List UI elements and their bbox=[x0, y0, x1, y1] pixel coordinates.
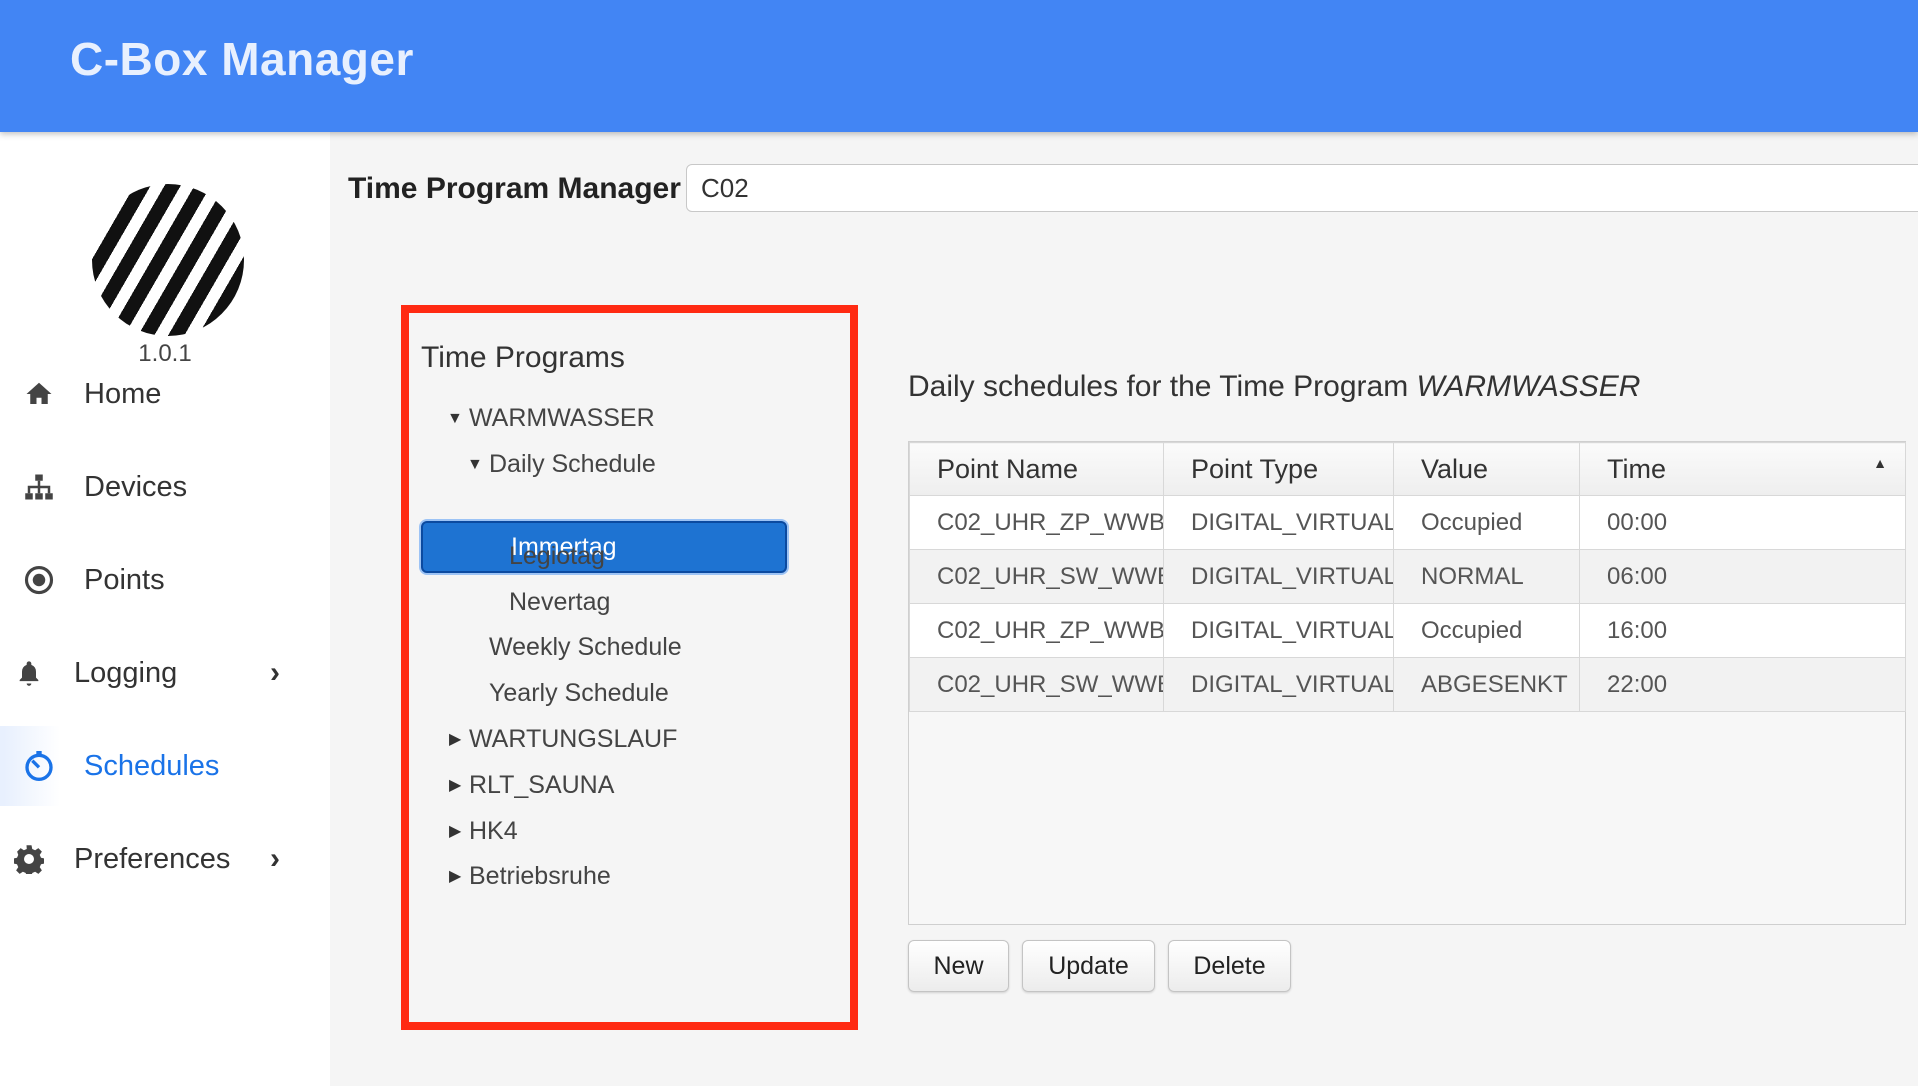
update-button[interactable]: Update bbox=[1022, 940, 1155, 992]
tree-node-daily-schedule[interactable]: Daily Schedule bbox=[489, 450, 656, 479]
sidebar-item-devices[interactable]: Devices bbox=[0, 447, 330, 527]
tree-node-betriebsruhe[interactable]: Betriebsruhe bbox=[469, 862, 611, 891]
sidebar-item-label: Home bbox=[84, 377, 162, 410]
caret-down-icon[interactable]: ▼ bbox=[447, 410, 463, 428]
table-row[interactable]: C02_UHR_SW_WWB DIGITAL_VIRTUAL NORMAL 06… bbox=[909, 549, 1906, 604]
sidebar-item-preferences[interactable]: Preferences › bbox=[0, 819, 330, 899]
cell-point-name: C02_UHR_ZP_WWB bbox=[909, 603, 1164, 658]
column-header-point-name[interactable]: Point Name bbox=[909, 442, 1164, 496]
table-header-row: Point Name Point Type Value Time ▲ bbox=[909, 442, 1906, 496]
gear-icon bbox=[12, 842, 46, 876]
cell-point-type: DIGITAL_VIRTUAL bbox=[1163, 549, 1394, 604]
program-name: WARMWASSER bbox=[1416, 370, 1641, 403]
cell-value: Occupied bbox=[1393, 603, 1580, 658]
cell-point-name: C02_UHR_SW_WWB bbox=[909, 549, 1164, 604]
tree-title: Time Programs bbox=[421, 341, 625, 374]
cell-point-type: DIGITAL_VIRTUAL bbox=[1163, 495, 1394, 550]
caret-right-icon[interactable]: ▶ bbox=[449, 775, 461, 795]
cell-point-type: DIGITAL_VIRTUAL bbox=[1163, 603, 1394, 658]
tree-node-yearly-schedule[interactable]: Yearly Schedule bbox=[489, 679, 669, 708]
sidebar-item-logging[interactable]: Logging › bbox=[0, 633, 330, 713]
schedule-grid: Point Name Point Type Value Time ▲ C02_U… bbox=[908, 441, 1906, 925]
column-header-time[interactable]: Time ▲ bbox=[1579, 442, 1906, 496]
sidebar-item-schedules[interactable]: Schedules bbox=[0, 726, 330, 806]
tree-node-hk4[interactable]: HK4 bbox=[469, 817, 518, 846]
cell-value: ABGESENKT bbox=[1393, 657, 1580, 712]
sidebar-item-label: Preferences bbox=[74, 842, 231, 875]
radio-dot-icon bbox=[22, 563, 56, 597]
app-title: C-Box Manager bbox=[70, 33, 414, 85]
schedule-heading-prefix: Daily schedules for the Time Program bbox=[908, 370, 1409, 403]
caret-right-icon[interactable]: ▶ bbox=[449, 821, 461, 841]
cell-time: 00:00 bbox=[1579, 495, 1906, 550]
chevron-right-icon: › bbox=[270, 842, 280, 875]
sidebar-item-label: Logging bbox=[74, 656, 178, 689]
new-button[interactable]: New bbox=[908, 940, 1009, 992]
page-title: Time Program Manager bbox=[348, 172, 681, 205]
sidebar: 1.0.1 Home Devices Points Logging › Sche… bbox=[0, 132, 330, 1086]
tree-node-warmwasser[interactable]: WARMWASSER bbox=[469, 404, 655, 433]
caret-right-icon[interactable]: ▶ bbox=[449, 866, 461, 886]
home-icon bbox=[22, 377, 56, 411]
column-header-point-type[interactable]: Point Type bbox=[1163, 442, 1394, 496]
tree-node-nevertag[interactable]: Nevertag bbox=[509, 588, 610, 617]
tree-node-wartungslauf[interactable]: WARTUNGSLAUF bbox=[469, 725, 677, 754]
table-row[interactable]: C02_UHR_SW_WWB DIGITAL_VIRTUAL ABGESENKT… bbox=[909, 657, 1906, 712]
tree-node-rlt-sauna[interactable]: RLT_SAUNA bbox=[469, 771, 614, 800]
cell-point-name: C02_UHR_ZP_WWB bbox=[909, 495, 1164, 550]
cell-time: 22:00 bbox=[1579, 657, 1906, 712]
column-header-time-label: Time bbox=[1607, 453, 1666, 484]
cell-time: 06:00 bbox=[1579, 549, 1906, 604]
app-header: C-Box Manager bbox=[0, 0, 1918, 132]
cell-value: Occupied bbox=[1393, 495, 1580, 550]
schedule-table: Point Name Point Type Value Time ▲ C02_U… bbox=[909, 442, 1906, 712]
sitemap-icon bbox=[22, 470, 56, 504]
timer-icon bbox=[22, 749, 56, 783]
time-programs-tree: Time Programs ▼ WARMWASSER ▼ Daily Sched… bbox=[401, 305, 858, 1030]
bell-icon bbox=[12, 656, 46, 690]
tree-node-weekly-schedule[interactable]: Weekly Schedule bbox=[489, 633, 682, 662]
device-field[interactable] bbox=[686, 164, 1918, 212]
sidebar-item-home[interactable]: Home bbox=[0, 354, 330, 434]
schedule-heading: Daily schedules for the Time Program WAR… bbox=[908, 370, 1640, 404]
cell-time: 16:00 bbox=[1579, 603, 1906, 658]
chevron-right-icon: › bbox=[270, 656, 280, 689]
column-header-value[interactable]: Value bbox=[1393, 442, 1580, 496]
main-content: Time Program Manager Time Programs ▼ WAR… bbox=[330, 132, 1918, 1086]
table-row[interactable]: C02_UHR_ZP_WWB DIGITAL_VIRTUAL Occupied … bbox=[909, 495, 1906, 550]
table-row[interactable]: C02_UHR_ZP_WWB DIGITAL_VIRTUAL Occupied … bbox=[909, 603, 1906, 658]
logo bbox=[92, 184, 244, 336]
caret-down-icon[interactable]: ▼ bbox=[467, 456, 483, 474]
sidebar-item-points[interactable]: Points bbox=[0, 540, 330, 620]
cell-point-type: DIGITAL_VIRTUAL bbox=[1163, 657, 1394, 712]
delete-button[interactable]: Delete bbox=[1168, 940, 1291, 992]
caret-right-icon[interactable]: ▶ bbox=[449, 729, 461, 749]
sort-ascending-icon[interactable]: ▲ bbox=[1873, 455, 1887, 471]
sidebar-item-label: Devices bbox=[84, 470, 188, 503]
sidebar-item-label: Schedules bbox=[84, 749, 220, 782]
tree-node-legiotag[interactable]: Legiotag bbox=[509, 542, 605, 571]
cell-point-name: C02_UHR_SW_WWB bbox=[909, 657, 1164, 712]
sidebar-item-label: Points bbox=[84, 563, 165, 596]
cell-value: NORMAL bbox=[1393, 549, 1580, 604]
